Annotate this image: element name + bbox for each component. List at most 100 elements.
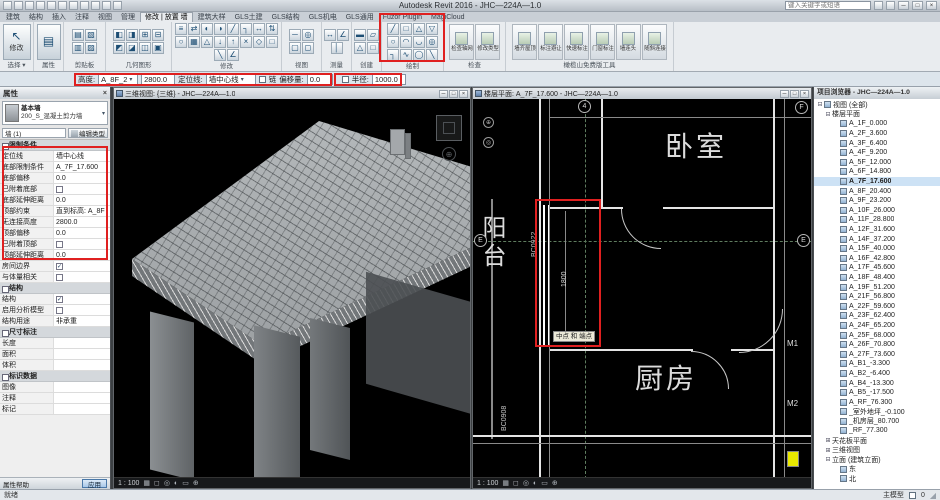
tag-icon[interactable] — [80, 1, 89, 10]
browser-item[interactable]: A_RF_76.300 — [814, 397, 940, 407]
ribbon-tab[interactable]: 视图 — [94, 13, 116, 22]
prop-group-header[interactable]: 尺寸标注 — [0, 327, 110, 338]
prop-group-header[interactable]: 限制条件 — [0, 140, 110, 151]
browser-item[interactable]: A_10F_26.000 — [814, 206, 940, 216]
circumscribed-polygon-icon[interactable]: ▽ — [426, 23, 438, 35]
line-icon[interactable]: ╱ — [387, 23, 399, 35]
offset-icon[interactable]: ⇄ — [188, 23, 200, 35]
prop-value[interactable]: 2800.0 — [54, 217, 110, 227]
selected-wall-line[interactable] — [548, 205, 549, 345]
redo-icon[interactable] — [47, 1, 56, 10]
plan-view-canvas[interactable]: F 4 E E ⊕ ◎ 卧室 阳台 厨房 BC0922 BC0908 M1 M2… — [473, 99, 811, 488]
browser-item[interactable]: A_8F_20.400 — [814, 186, 940, 196]
prop-value[interactable]: 0.0 — [54, 173, 110, 183]
prop-value[interactable] — [54, 338, 110, 348]
rotate-icon[interactable]: ○ — [175, 36, 187, 48]
tree-expander-icon[interactable]: ⊞ — [824, 447, 832, 454]
project-browser-titlebar[interactable]: 项目浏览器 - JHC—224A—1.0 — [814, 87, 940, 99]
modify-type-button[interactable]: 修改类型 — [475, 24, 500, 60]
wall-line[interactable] — [784, 99, 785, 479]
create-similar-icon[interactable]: ▱ — [367, 29, 379, 41]
dimension-icon[interactable]: │ — [331, 42, 343, 54]
copy-to-clipboard-icon[interactable]: ▧ — [85, 29, 97, 41]
isolate-icon[interactable]: ◻ — [302, 42, 314, 54]
ribbon-tab[interactable]: 注释 — [71, 13, 93, 22]
ribbon-tab[interactable]: MagiCloud — [427, 13, 468, 22]
split-icon[interactable]: ╱ — [227, 23, 239, 35]
app-menu-icon[interactable] — [3, 1, 12, 10]
cut-geometry-icon[interactable]: ◨ — [126, 29, 138, 41]
wall-3d[interactable] — [254, 325, 300, 488]
print-icon[interactable] — [58, 1, 67, 10]
minimize-button[interactable]: ─ — [898, 1, 909, 10]
copy-icon[interactable]: ⇅ — [266, 23, 278, 35]
browser-item[interactable]: A_27F_73.600 — [814, 349, 940, 359]
dim-avoid-button[interactable]: 标注避让 — [538, 24, 563, 60]
view3d-control-bar[interactable]: 1 : 100 ▦ ◻ ◎ ◐ ▭ ⊕ — [114, 477, 470, 488]
sun-path-icon[interactable]: ◎ — [164, 479, 170, 487]
type-selector[interactable]: 基本墙 200_S_混凝土剪力墙 ▾ — [2, 101, 108, 125]
browser-item[interactable]: A_26F_70.800 — [814, 340, 940, 350]
prop-value[interactable]: 墙中心线 — [54, 151, 110, 161]
ellipse-icon[interactable]: ◯ — [413, 49, 425, 61]
center-ends-arc-icon[interactable]: ◡ — [413, 36, 425, 48]
open-icon[interactable] — [14, 1, 23, 10]
view3d-window-titlebar[interactable]: 三维视图: {三维} - JHC—224A—1.0 ─□× — [114, 88, 470, 99]
prop-value[interactable] — [54, 393, 110, 403]
tree-expander-icon[interactable]: ⊞ — [824, 437, 832, 444]
section-icon[interactable] — [102, 1, 111, 10]
shadows-icon[interactable]: ◐ — [533, 480, 537, 487]
shadows-icon[interactable]: ◐ — [174, 480, 178, 487]
array-icon[interactable]: ▦ — [188, 36, 200, 48]
align-icon[interactable]: ≡ — [175, 23, 187, 35]
undo-icon[interactable] — [36, 1, 45, 10]
prop-value[interactable]: 0.0 — [54, 250, 110, 260]
ribbon-tab[interactable]: GLS土建 — [231, 13, 267, 22]
edit-type-button[interactable]: 编辑类型 — [68, 128, 108, 138]
3d-view-icon[interactable] — [91, 1, 100, 10]
detail-level-icon[interactable]: ▦ — [143, 479, 150, 487]
move-icon[interactable]: ↔ — [253, 23, 265, 35]
browser-item[interactable]: A_14F_37.200 — [814, 234, 940, 244]
match-icon[interactable]: ◇ — [253, 36, 265, 48]
visual-style-icon[interactable]: ◻ — [513, 479, 519, 487]
fillet-arc-icon[interactable]: ┐ — [387, 49, 399, 61]
viewcube[interactable] — [436, 115, 462, 141]
navigation-wheel-icon[interactable]: ⊕ — [442, 147, 456, 161]
ribbon-tab[interactable]: 修改 | 放置 墙 — [140, 12, 193, 22]
wall-line[interactable] — [473, 435, 811, 437]
browser-item[interactable]: A_12F_31.600 — [814, 225, 940, 235]
delete-icon[interactable]: × — [240, 36, 252, 48]
selected-wall-line[interactable] — [543, 205, 545, 345]
scale-icon[interactable]: △ — [201, 36, 213, 48]
close-button[interactable]: × — [926, 1, 937, 10]
browser-item[interactable]: A_15F_40.000 — [814, 244, 940, 254]
browser-item[interactable]: A_25F_68.000 — [814, 330, 940, 340]
paste-icon[interactable]: ▤ — [72, 29, 84, 41]
prop-value[interactable] — [54, 272, 110, 282]
browser-item[interactable]: A_6F_14.800 — [814, 167, 940, 177]
top-level-select[interactable]: A_8F_2▾ — [98, 74, 138, 85]
edit-icon[interactable]: ∠ — [227, 49, 239, 61]
browser-item[interactable]: A_B2_-6.400 — [814, 369, 940, 379]
prop-value[interactable] — [54, 184, 110, 194]
hide-icon[interactable]: ▢ — [289, 42, 301, 54]
browser-item[interactable]: A_22F_59.600 — [814, 301, 940, 311]
wall-line[interactable] — [773, 99, 775, 479]
prop-value[interactable] — [54, 305, 110, 315]
detail-level-icon[interactable]: ▦ — [502, 479, 509, 487]
wall-3d[interactable] — [150, 312, 194, 481]
location-line-select[interactable]: 墙中心线▾ — [206, 74, 256, 85]
wall-line[interactable] — [473, 443, 811, 444]
paint-icon[interactable]: ◫ — [139, 42, 151, 54]
join-cut-icon[interactable]: □ — [266, 36, 278, 48]
browser-item[interactable]: A_5F_12.000 — [814, 158, 940, 168]
wall-line[interactable] — [601, 99, 603, 209]
cut-profile-icon[interactable]: ╲ — [214, 49, 226, 61]
ribbon-tab[interactable]: 建筑大样 — [194, 13, 230, 22]
browser-item[interactable]: A_2F_3.600 — [814, 129, 940, 139]
browser-item[interactable]: A_1F_0.000 — [814, 119, 940, 129]
wall-join-button[interactable]: 墙连头 — [616, 24, 641, 60]
wall-3d[interactable] — [366, 272, 470, 414]
properties-toggle-button[interactable]: ▤ — [37, 24, 61, 60]
